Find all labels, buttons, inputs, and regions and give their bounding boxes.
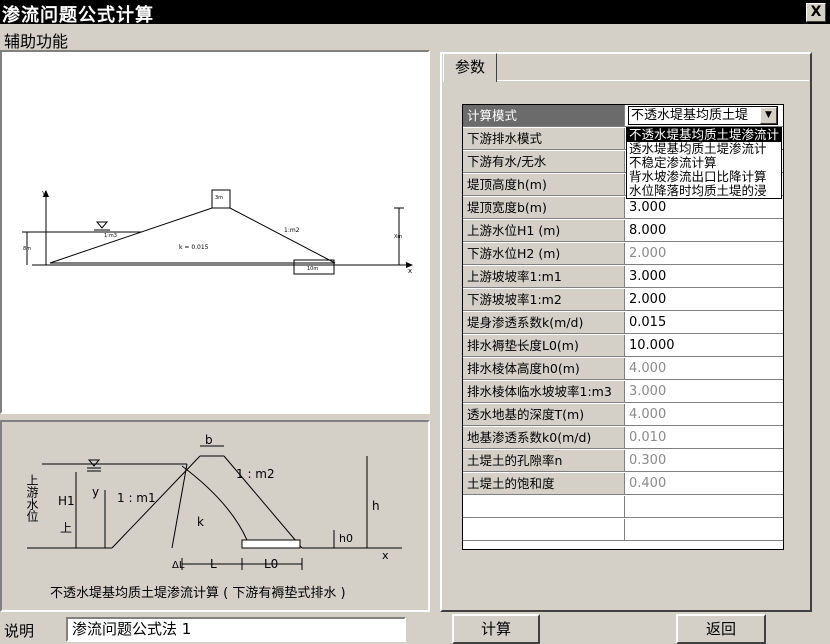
schematic-l-label: L	[210, 557, 217, 571]
param-row: 下游水位H2 (m) 2.000	[463, 243, 783, 266]
combobox-arrow-icon[interactable]: ▼	[760, 107, 777, 124]
param-row-empty	[463, 519, 783, 542]
schematic-drawing: b 1 : m2 1 : m1 y k H1 上 上游水位 h h0 x ΔL …	[25, 433, 402, 571]
back-button[interactable]: 返回	[676, 614, 766, 644]
param-value[interactable]: 0.010	[625, 427, 783, 449]
schematic-y-label: y	[92, 485, 99, 499]
param-row-mode: 计算模式 不透水堤基均质土堤 ▼	[463, 105, 783, 128]
tab-params[interactable]: 参数	[443, 53, 497, 82]
param-value[interactable]: 4.000	[625, 404, 783, 426]
param-label: 堤顶高度h(m)	[463, 174, 625, 196]
param-value[interactable]: 0.400	[625, 473, 783, 495]
schematic-caption: 不透水堤基均质土堤渗流计算 ( 下游有褥垫式排水 )	[50, 586, 346, 601]
preview-upstream-height-label: 8m	[23, 246, 31, 252]
schematic-m1-label: 1 : m1	[117, 491, 156, 505]
param-value[interactable]: 2.000	[625, 289, 783, 311]
param-value[interactable]: 3.000	[625, 381, 783, 403]
preview-k-label: k = 0.015	[179, 244, 209, 251]
param-row: 土堤土的孔隙率n 0.300	[463, 450, 783, 473]
param-label: 堤顶宽度b(m)	[463, 197, 625, 219]
dropdown-option[interactable]: 背水坡渗流出口比降计算	[627, 170, 781, 184]
mode-dropdown-list: 不透水堤基均质土堤渗流计 透水堤基均质土堤渗流计 不稳定渗流计算 背水坡渗流出口…	[626, 127, 782, 199]
schematic-x-label: x	[382, 549, 389, 562]
param-label: 下游有水/无水	[463, 151, 625, 173]
param-label: 排水棱体高度h0(m)	[463, 358, 625, 380]
param-value-empty	[625, 519, 783, 541]
title-bar: 渗流问题公式计算 X	[0, 0, 830, 26]
schematic-dl-label: ΔL	[172, 560, 185, 571]
param-row-empty	[463, 496, 783, 519]
param-row: 排水褥垫长度L0(m) 10.000	[463, 335, 783, 358]
param-label: 排水褥垫长度L0(m)	[463, 335, 625, 357]
param-label: 下游排水模式	[463, 128, 625, 150]
param-row: 下游坡坡率1:m2 2.000	[463, 289, 783, 312]
schematic-l0-label: L0	[264, 557, 278, 571]
mode-combobox-value: 不透水堤基均质土堤	[631, 108, 749, 123]
preview-y-label: y	[42, 189, 46, 197]
dam-preview-drawing: y x 3m 1:m3 8m k = 0.015 1:m2 10m Xm	[22, 189, 413, 275]
schematic-b-label: b	[205, 433, 213, 447]
preview-up-slope-label: 1:m3	[104, 233, 117, 239]
preview-down-slope-label: 1:m2	[284, 227, 300, 234]
param-value[interactable]: 2.000	[625, 243, 783, 265]
param-value[interactable]: 3.000	[625, 197, 783, 219]
schematic-m2-label: 1 : m2	[236, 467, 275, 481]
param-row: 排水棱体高度h0(m) 4.000	[463, 358, 783, 381]
schematic-h1-label: H1	[58, 494, 75, 508]
preview-downstream-height-label: Xm	[394, 234, 402, 240]
dropdown-option[interactable]: 不透水堤基均质土堤渗流计	[627, 128, 781, 142]
schematic-k-label: k	[197, 515, 204, 529]
param-label: 上游水位H1 (m)	[463, 220, 625, 242]
param-label: 排水棱体临水坡坡率1:m3	[463, 381, 625, 403]
param-row: 地基渗透系数k0(m/d) 0.010	[463, 427, 783, 450]
param-label-empty	[463, 519, 625, 541]
schematic-h-label: h	[372, 499, 380, 513]
param-row: 上游水位H1 (m) 8.000	[463, 220, 783, 243]
dropdown-option[interactable]: 透水堤基均质土堤渗流计	[627, 142, 781, 156]
param-label-empty	[463, 496, 625, 518]
preview-drain-label: 10m	[307, 266, 318, 272]
schematic-upstream-label: 上游水位	[25, 474, 39, 522]
schematic-panel: b 1 : m2 1 : m1 y k H1 上 上游水位 h h0 x ΔL …	[0, 420, 430, 612]
param-row: 透水地基的深度T(m) 4.000	[463, 404, 783, 427]
param-label: 下游水位H2 (m)	[463, 243, 625, 265]
param-row: 土堤土的饱和度 0.400	[463, 473, 783, 496]
param-row: 堤顶宽度b(m) 3.000	[463, 197, 783, 220]
param-value[interactable]: 4.000	[625, 358, 783, 380]
schematic-h0-label: h0	[339, 532, 353, 545]
param-label: 下游坡坡率1:m2	[463, 289, 625, 311]
calc-button[interactable]: 计算	[452, 614, 540, 644]
param-value[interactable]: 0.015	[625, 312, 783, 334]
param-value[interactable]: 10.000	[625, 335, 783, 357]
param-label-mode[interactable]: 计算模式	[463, 105, 625, 127]
param-label: 上游坡坡率1:m1	[463, 266, 625, 288]
close-button[interactable]: X	[806, 3, 826, 22]
desc-label: 说明	[4, 622, 35, 640]
param-value-empty	[625, 496, 783, 518]
dropdown-option[interactable]: 水位降落时均质土堤的浸	[627, 184, 781, 198]
dam-preview-canvas: y x 3m 1:m3 8m k = 0.015 1:m2 10m Xm	[0, 50, 430, 414]
preview-x-label: x	[408, 267, 412, 275]
param-label: 透水地基的深度T(m)	[463, 404, 625, 426]
param-label: 堤身渗透系数k(m/d)	[463, 312, 625, 334]
schematic-shang-label: 上	[60, 521, 72, 535]
desc-input[interactable]: 渗流问题公式法 1	[66, 617, 406, 642]
preview-top-width-label: 3m	[215, 195, 223, 201]
param-row: 上游坡坡率1:m1 3.000	[463, 266, 783, 289]
param-label: 地基渗透系数k0(m/d)	[463, 427, 625, 449]
param-value[interactable]: 3.000	[625, 266, 783, 288]
mode-combobox[interactable]: 不透水堤基均质土堤 ▼	[628, 106, 778, 125]
param-label: 土堤土的饱和度	[463, 473, 625, 495]
menu-item-aux[interactable]: 辅助功能	[4, 28, 68, 52]
menu-bar: 辅助功能	[0, 24, 830, 52]
dropdown-option[interactable]: 不稳定渗流计算	[627, 156, 781, 170]
param-row: 排水棱体临水坡坡率1:m3 3.000	[463, 381, 783, 404]
param-value[interactable]: 8.000	[625, 220, 783, 242]
tab-divider	[495, 80, 809, 81]
param-row: 堤身渗透系数k(m/d) 0.015	[463, 312, 783, 335]
param-value[interactable]: 0.300	[625, 450, 783, 472]
param-label: 土堤土的孔隙率n	[463, 450, 625, 472]
